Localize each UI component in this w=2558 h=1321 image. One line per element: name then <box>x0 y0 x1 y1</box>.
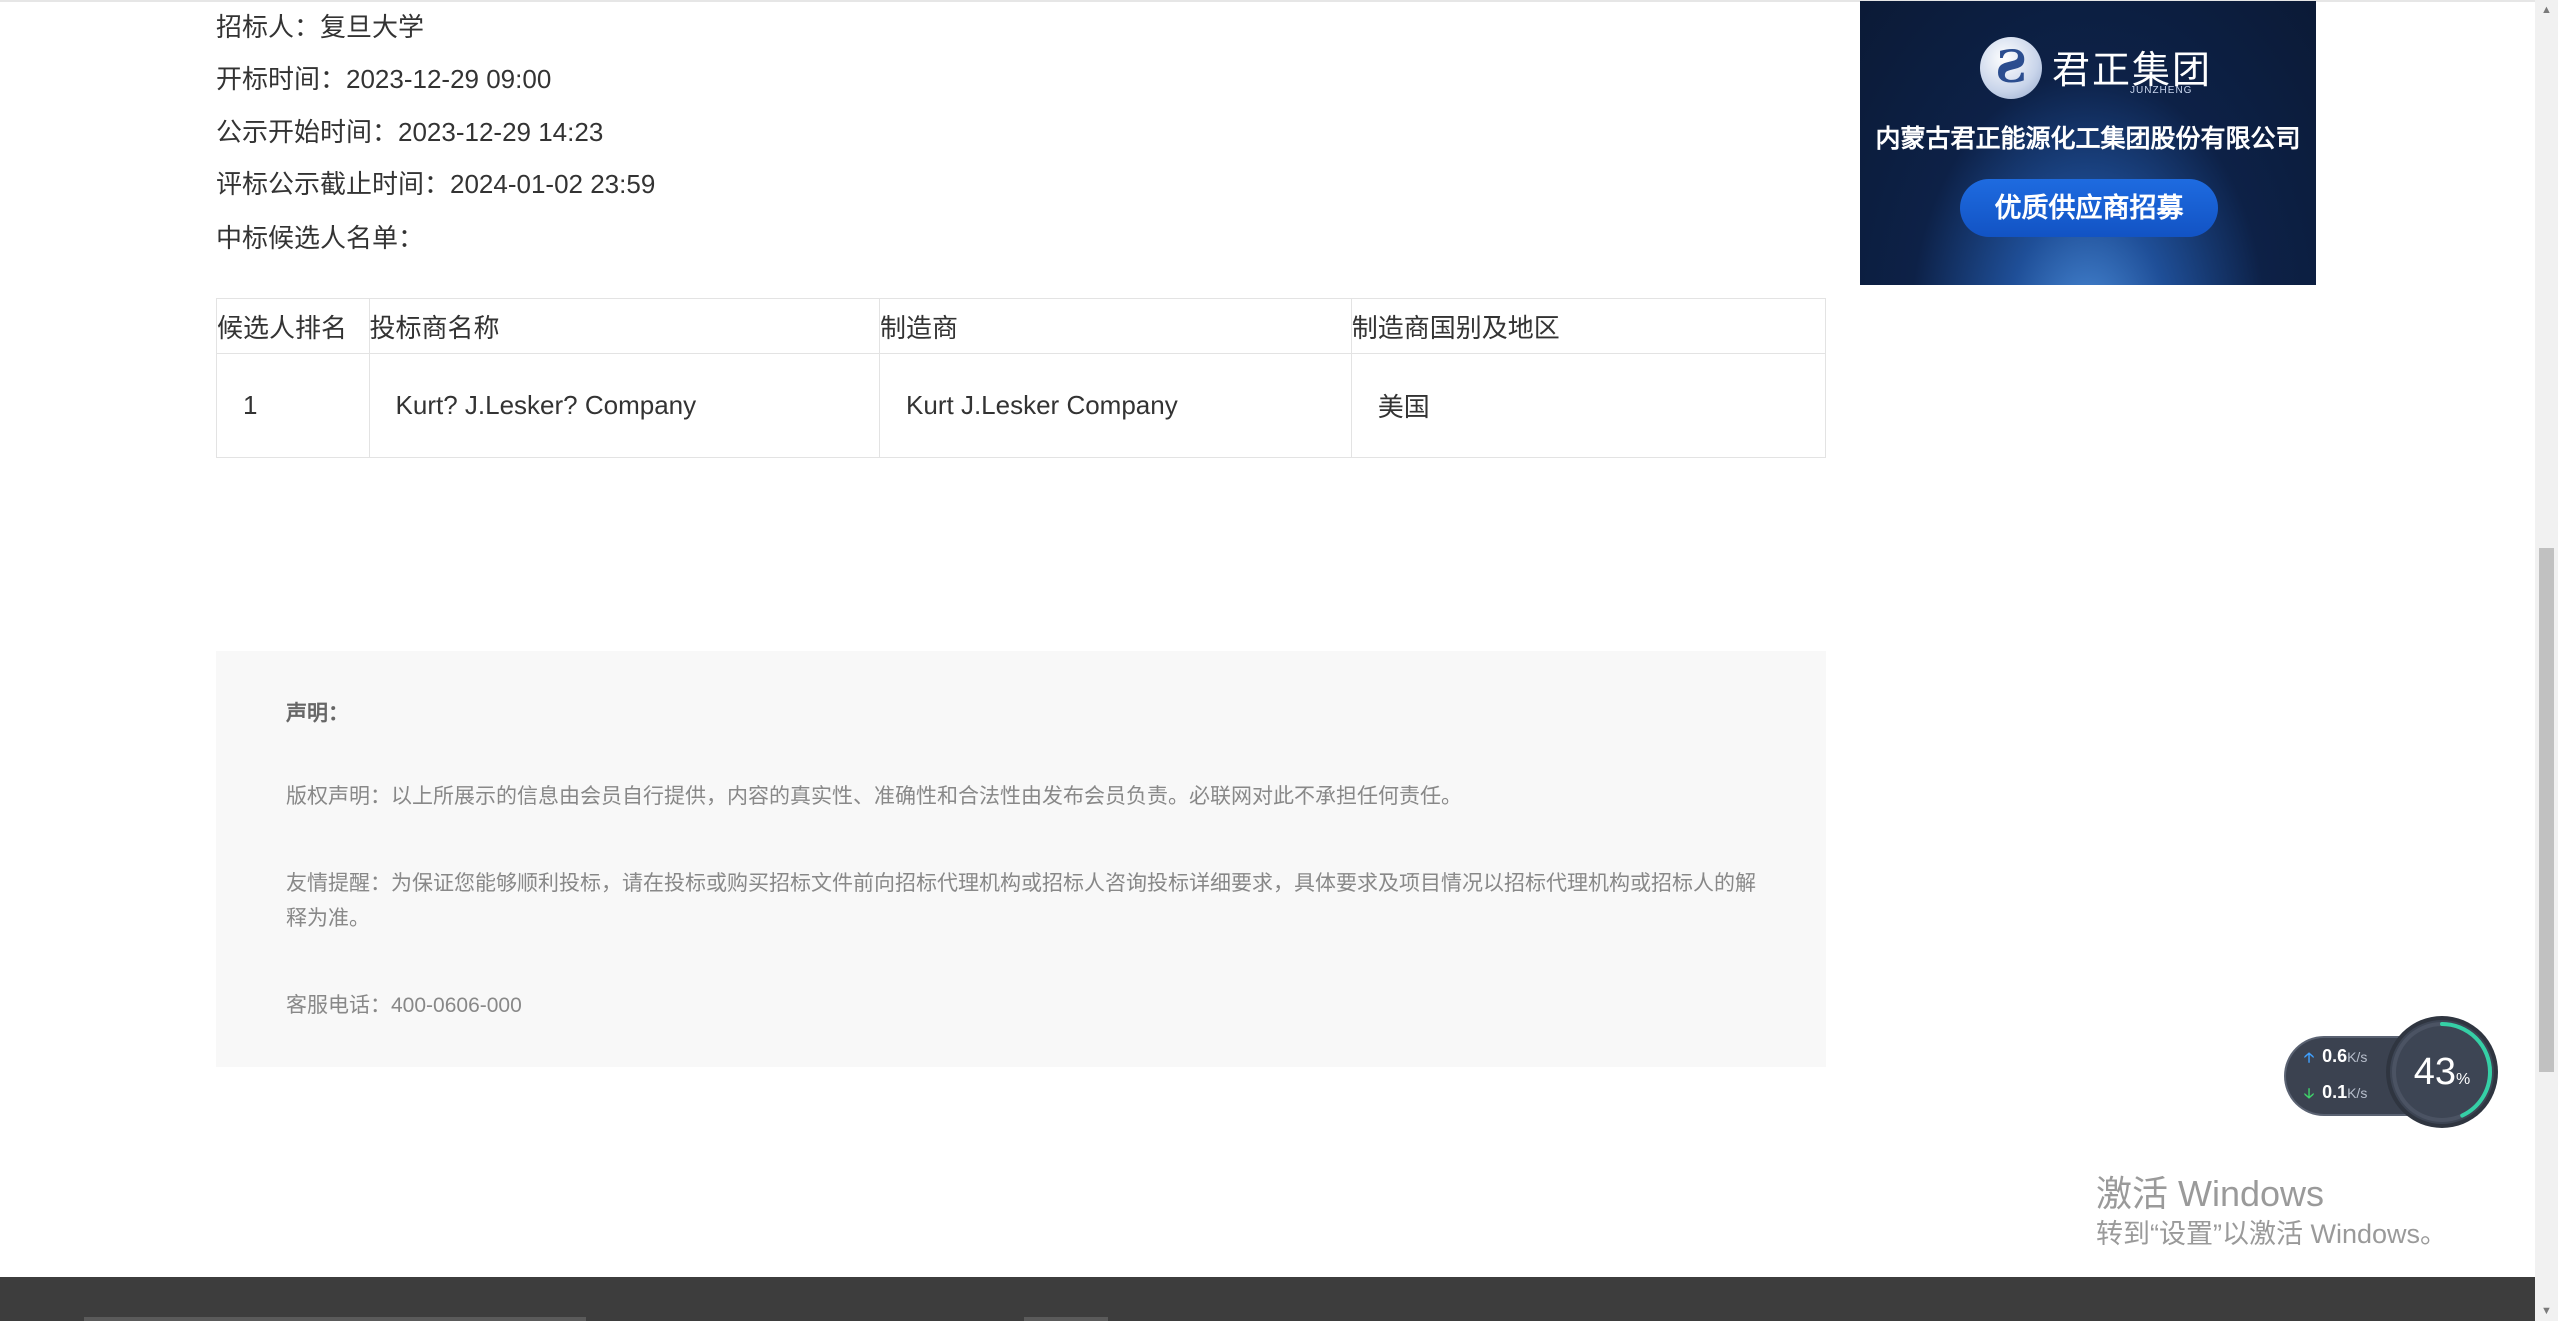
country-value: 美国 <box>1377 392 1430 422</box>
friendly-reminder: 友情提醒：为保证您能够顺利投标，请在投标或购买招标文件前向招标代理机构或招标人咨… <box>286 872 1756 930</box>
table-row: 1 Kurt? J.Lesker? Company Kurt J.Lesker … <box>216 353 1827 458</box>
footer-divider-left <box>84 1317 586 1321</box>
gauge-percent-value: 43 <box>2413 1051 2457 1093</box>
vertical-scrollbar[interactable]: ▲ ▼ <box>2535 0 2558 1321</box>
download-arrow-icon: 🡣 <box>2304 1085 2315 1101</box>
download-value: 0.1 <box>2322 1082 2348 1102</box>
memory-gauge[interactable]: 43% <box>2390 1020 2494 1124</box>
copyright-statement: 版权声明：以上所展示的信息由会员自行提供，内容的真实性、准确性和合法性由发布会员… <box>286 785 1462 808</box>
ad-brand-en: JUNZHENG <box>2130 85 2193 96</box>
scroll-up-arrow-icon[interactable]: ▲ <box>2535 0 2558 20</box>
table-header-row: 候选人排名 投标商名称 制造商 制造商国别及地区 <box>216 298 1827 354</box>
windows-activation-hint: 转到“设置”以激活 Windows。 <box>2096 1219 2448 1249</box>
publicity-start-time: 公示开始时间：2023-12-29 14:23 <box>216 117 604 147</box>
publicity-end-time: 评标公示截止时间：2024-01-02 23:59 <box>216 169 656 199</box>
download-speed: 🡣 0.1K/s <box>2304 1082 2367 1107</box>
service-hotline: 客服电话：400-0606-000 <box>286 994 522 1017</box>
candidate-list-label: 中标候选人名单： <box>216 223 425 253</box>
header-rank: 候选人排名 <box>216 298 370 354</box>
page: 招标人：复旦大学 开标时间：2023-12-29 09:00 公示开始时间：20… <box>0 0 2558 1321</box>
statement-title: 声明： <box>286 702 349 725</box>
scrollbar-thumb[interactable] <box>2539 548 2554 1072</box>
windows-activation-title: 激活 Windows <box>2096 1173 2325 1214</box>
gauge-percent-sign: % <box>2456 1071 2471 1088</box>
footer-divider-right <box>1024 1317 1108 1321</box>
advertisement-banner[interactable]: Ƨ 君正集团 JUNZHENG 内蒙古君正能源化工集团股份有限公司 优质供应商招… <box>1860 1 2316 285</box>
upload-unit: K/s <box>2347 1049 2368 1065</box>
tenderer-line: 招标人：复旦大学 <box>216 12 425 42</box>
upload-value: 0.6 <box>2322 1046 2348 1066</box>
cell-bidder: Kurt? J.Lesker? Company <box>368 353 881 458</box>
junzheng-logo-icon: Ƨ <box>1980 37 2042 99</box>
cell-rank: 1 <box>216 353 370 458</box>
bidder-value: Kurt? J.Lesker? Company <box>395 390 697 420</box>
page-footer <box>0 1277 2535 1321</box>
rank-value: 1 <box>243 390 258 420</box>
header-bidder: 投标商名称 <box>368 298 881 354</box>
manufacturer-value: Kurt J.Lesker Company <box>906 390 1178 420</box>
statement-box: 声明： 版权声明：以上所展示的信息由会员自行提供，内容的真实性、准确性和合法性由… <box>216 651 1826 1067</box>
header-country: 制造商国别及地区 <box>1350 298 1827 354</box>
candidate-table: 候选人排名 投标商名称 制造商 制造商国别及地区 1 Kurt? J.Leske… <box>216 298 1827 458</box>
supplier-recruit-button[interactable]: 优质供应商招募 <box>1960 179 2218 237</box>
bid-opening-time: 开标时间：2023-12-29 09:00 <box>216 64 552 94</box>
upload-arrow-icon: 🡡 <box>2304 1049 2315 1065</box>
upload-speed: 🡡 0.6K/s <box>2304 1046 2367 1071</box>
cell-country: 美国 <box>1350 353 1827 458</box>
header-manufacturer: 制造商 <box>879 298 1352 354</box>
download-unit: K/s <box>2347 1085 2368 1101</box>
gauge-percent: 43% <box>2390 1020 2494 1132</box>
ad-company-name: 内蒙古君正能源化工集团股份有限公司 <box>1875 125 2301 153</box>
scroll-down-arrow-icon[interactable]: ▼ <box>2535 1301 2558 1321</box>
cell-manufacturer: Kurt J.Lesker Company <box>879 353 1352 458</box>
